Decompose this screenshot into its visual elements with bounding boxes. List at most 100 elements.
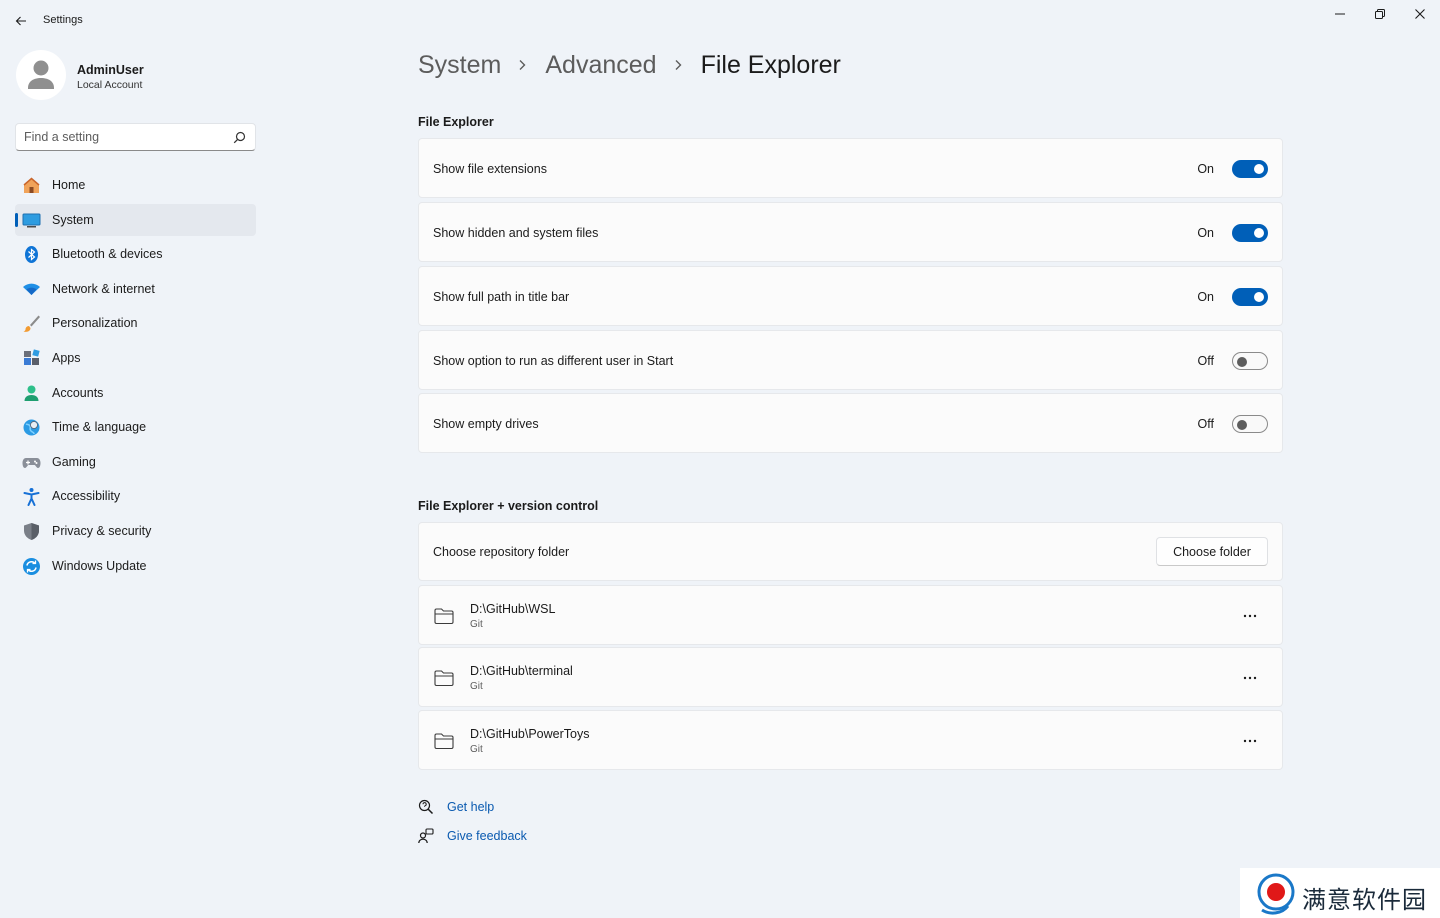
sidebar-item-label: Time & language [52,420,147,435]
account-type: Local Account [77,79,143,91]
sidebar-item-privacy[interactable]: Privacy & security [15,515,256,547]
sidebar-item-personalization[interactable]: Personalization [15,307,256,339]
sidebar-item-label: Gaming [52,454,96,469]
shield-icon [22,522,41,541]
choose-repository-label: Choose repository folder [433,545,570,559]
close-icon [1415,9,1425,19]
home-icon [22,176,41,195]
repo-path: D:\GitHub\terminal [470,664,573,678]
setting-label: Show option to run as different user in … [433,354,674,368]
restore-button[interactable] [1360,0,1400,28]
repo-type: Git [470,619,483,630]
repo-row[interactable]: D:\GitHub\WSL Git [418,585,1283,645]
more-options-button[interactable] [1232,666,1268,690]
restore-icon [1375,9,1385,19]
get-help-link[interactable]: Get help [418,797,494,817]
toggle-knob [1237,356,1247,367]
choose-folder-button[interactable]: Choose folder [1156,537,1268,566]
sidebar-item-label: System [52,212,94,227]
setting-row-run-as-different-user: Show option to run as different user in … [418,330,1283,390]
search-box[interactable] [15,123,256,151]
bluetooth-icon [22,245,41,264]
toggle-knob [1254,228,1264,238]
toggle-knob [1237,419,1247,430]
feedback-icon [418,828,434,844]
gamepad-icon [22,453,41,472]
accessibility-icon [22,487,41,507]
help-icon [418,799,434,815]
sidebar-item-label: Personalization [52,316,138,331]
breadcrumb-system[interactable]: System [418,51,501,80]
sidebar-item-accounts[interactable]: Accounts [15,377,256,409]
toggle-state-label: On [1197,162,1214,176]
watermark-logo-icon [1257,873,1295,915]
sidebar-item-network[interactable]: Network & internet [15,273,256,305]
setting-label: Show full path in title bar [433,290,570,304]
setting-row-file-extensions: Show file extensions On [418,138,1283,198]
toggle-state-label: Off [1197,417,1214,431]
sidebar-item-home[interactable]: Home [15,169,256,201]
sidebar-item-label: Accessibility [52,489,121,504]
folder-icon [434,608,454,625]
show-file-extensions-toggle[interactable] [1232,160,1268,178]
user-name: AdminUser [77,63,144,77]
more-options-button[interactable] [1232,604,1268,628]
breadcrumb: System Advanced File Explorer [418,46,841,84]
give-feedback-link[interactable]: Give feedback [418,826,527,846]
sidebar-item-label: Privacy & security [52,523,152,538]
sidebar-item-accessibility[interactable]: Accessibility [15,480,256,512]
sidebar-item-label: Network & internet [52,281,155,296]
setting-row-full-path: Show full path in title bar On [418,266,1283,326]
minimize-icon [1335,13,1345,15]
more-icon [1243,739,1257,743]
update-icon [22,557,41,576]
sidebar-item-apps[interactable]: Apps [15,342,256,374]
repo-row[interactable]: D:\GitHub\PowerToys Git [418,710,1283,770]
search-input[interactable] [24,124,224,150]
sidebar-item-label: Home [52,178,86,192]
repo-row[interactable]: D:\GitHub\terminal Git [418,647,1283,707]
toggle-knob [1254,292,1264,302]
back-button[interactable] [10,10,32,32]
avatar[interactable] [16,50,66,100]
watermark-text: 满意软件园 [1302,886,1427,914]
show-hidden-files-toggle[interactable] [1232,224,1268,242]
globe-icon [22,418,41,437]
get-help-label: Get help [447,800,495,814]
folder-icon [434,670,454,687]
show-empty-drives-toggle[interactable] [1232,415,1268,433]
repo-type: Git [470,744,483,755]
folder-icon [434,733,454,750]
search-icon [233,131,246,144]
sidebar-item-gaming[interactable]: Gaming [15,446,256,478]
run-as-different-user-toggle[interactable] [1232,352,1268,370]
toggle-knob [1254,164,1264,174]
watermark: 满意软件园 [1240,868,1440,918]
chevron-right-icon [517,58,529,72]
setting-label: Show empty drives [433,417,539,431]
sidebar-item-windows-update[interactable]: Windows Update [15,550,256,582]
section-title-file-explorer: File Explorer [418,115,494,129]
more-options-button[interactable] [1232,729,1268,753]
section-title-version-control: File Explorer + version control [418,499,599,513]
sidebar-item-time-language[interactable]: Time & language [15,411,256,443]
show-full-path-toggle[interactable] [1232,288,1268,306]
title-bar: Settings [0,0,1440,40]
page-title: File Explorer [700,50,841,79]
toggle-state-label: On [1197,226,1214,240]
sidebar-item-label: Bluetooth & devices [52,247,163,262]
more-icon [1243,676,1257,680]
choose-repository-row: Choose repository folder Choose folder [418,522,1283,581]
sidebar-item-bluetooth[interactable]: Bluetooth & devices [15,238,256,270]
setting-row-hidden-files: Show hidden and system files On [418,202,1283,262]
close-button[interactable] [1400,0,1440,28]
breadcrumb-advanced[interactable]: Advanced [545,51,656,80]
minimize-button[interactable] [1320,0,1360,28]
sidebar-item-system[interactable]: System [15,203,256,236]
chevron-right-icon [673,58,685,72]
repo-path: D:\GitHub\WSL [470,602,556,616]
setting-label: Show hidden and system files [433,226,599,240]
back-arrow-icon [15,16,26,26]
sidebar-item-label: Accounts [52,385,104,400]
setting-label: Show file extensions [433,162,547,176]
